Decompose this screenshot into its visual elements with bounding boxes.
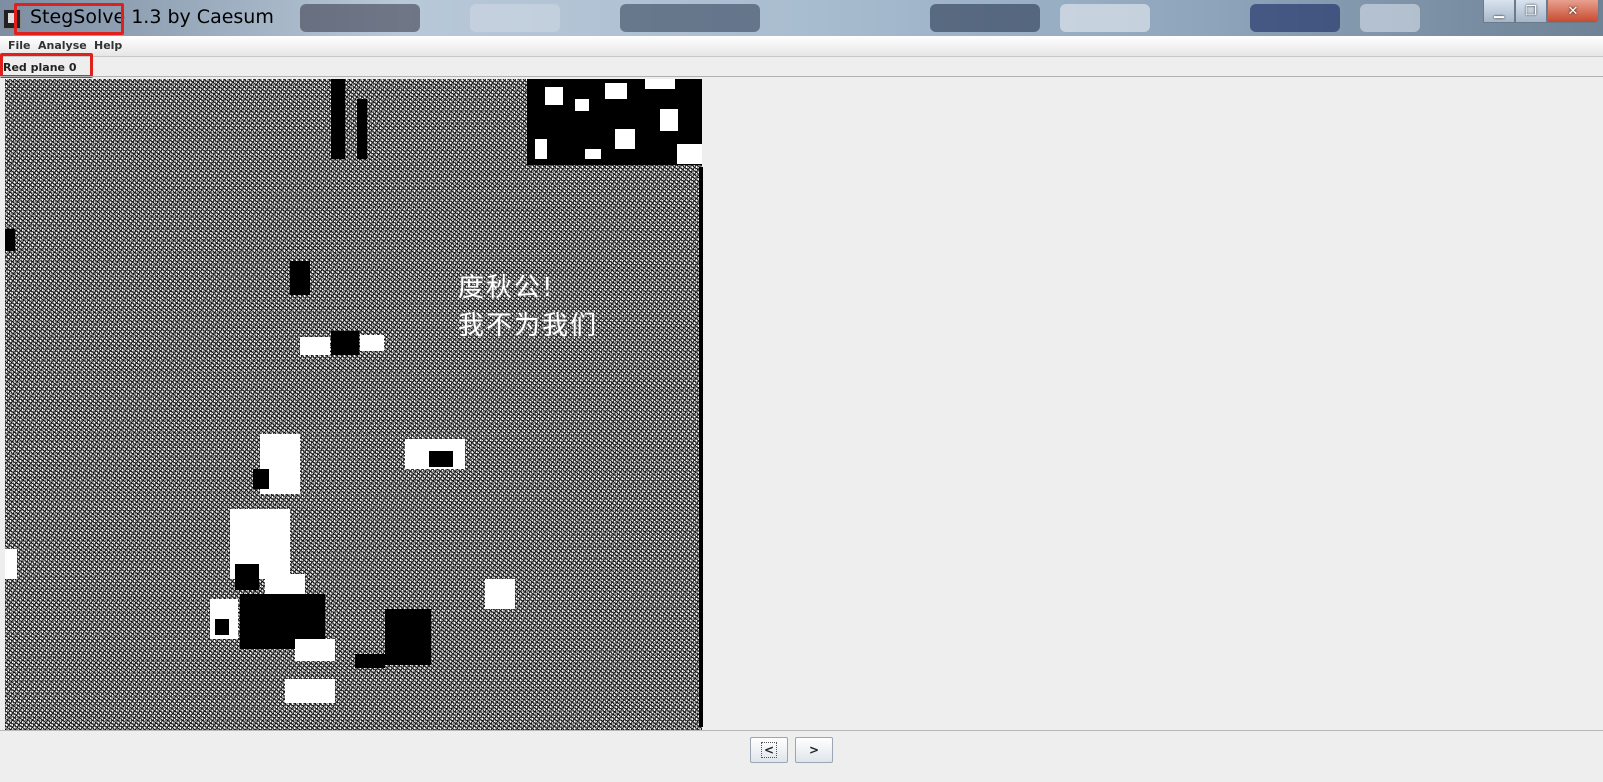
restore-icon[interactable]: ❐ [1515,0,1547,23]
menu-analyse[interactable]: Analyse [38,39,87,52]
prev-button[interactable]: < [750,737,788,763]
minimize-icon[interactable]: ▁ [1483,0,1515,23]
menu-help[interactable]: Help [94,39,122,52]
plane-label-highlight-box [0,53,93,78]
title-bar: StegSolve 1.3 by Caesum ▁ ❐ ✕ [0,0,1603,36]
next-button-label: > [808,743,820,757]
menu-file[interactable]: File [8,39,31,52]
navigation-bar: < > [0,730,1603,782]
bit-plane-image: 度秋公! 我不为我们 [5,79,702,730]
menu-bar: File Analyse Help [0,36,1603,57]
hidden-text-line-1: 度秋公! [458,273,555,303]
image-pane: 度秋公! 我不为我们 [0,76,1603,731]
next-button[interactable]: > [795,737,833,763]
prev-button-label: < [760,742,778,758]
window-controls: ▁ ❐ ✕ [1483,0,1599,23]
hidden-text-line-2: 我不为我们 [458,311,599,341]
image-edge [699,167,703,727]
close-icon[interactable]: ✕ [1547,0,1599,23]
title-highlight-box [14,3,124,35]
hidden-text: 度秋公! 我不为我们 [458,269,598,345]
